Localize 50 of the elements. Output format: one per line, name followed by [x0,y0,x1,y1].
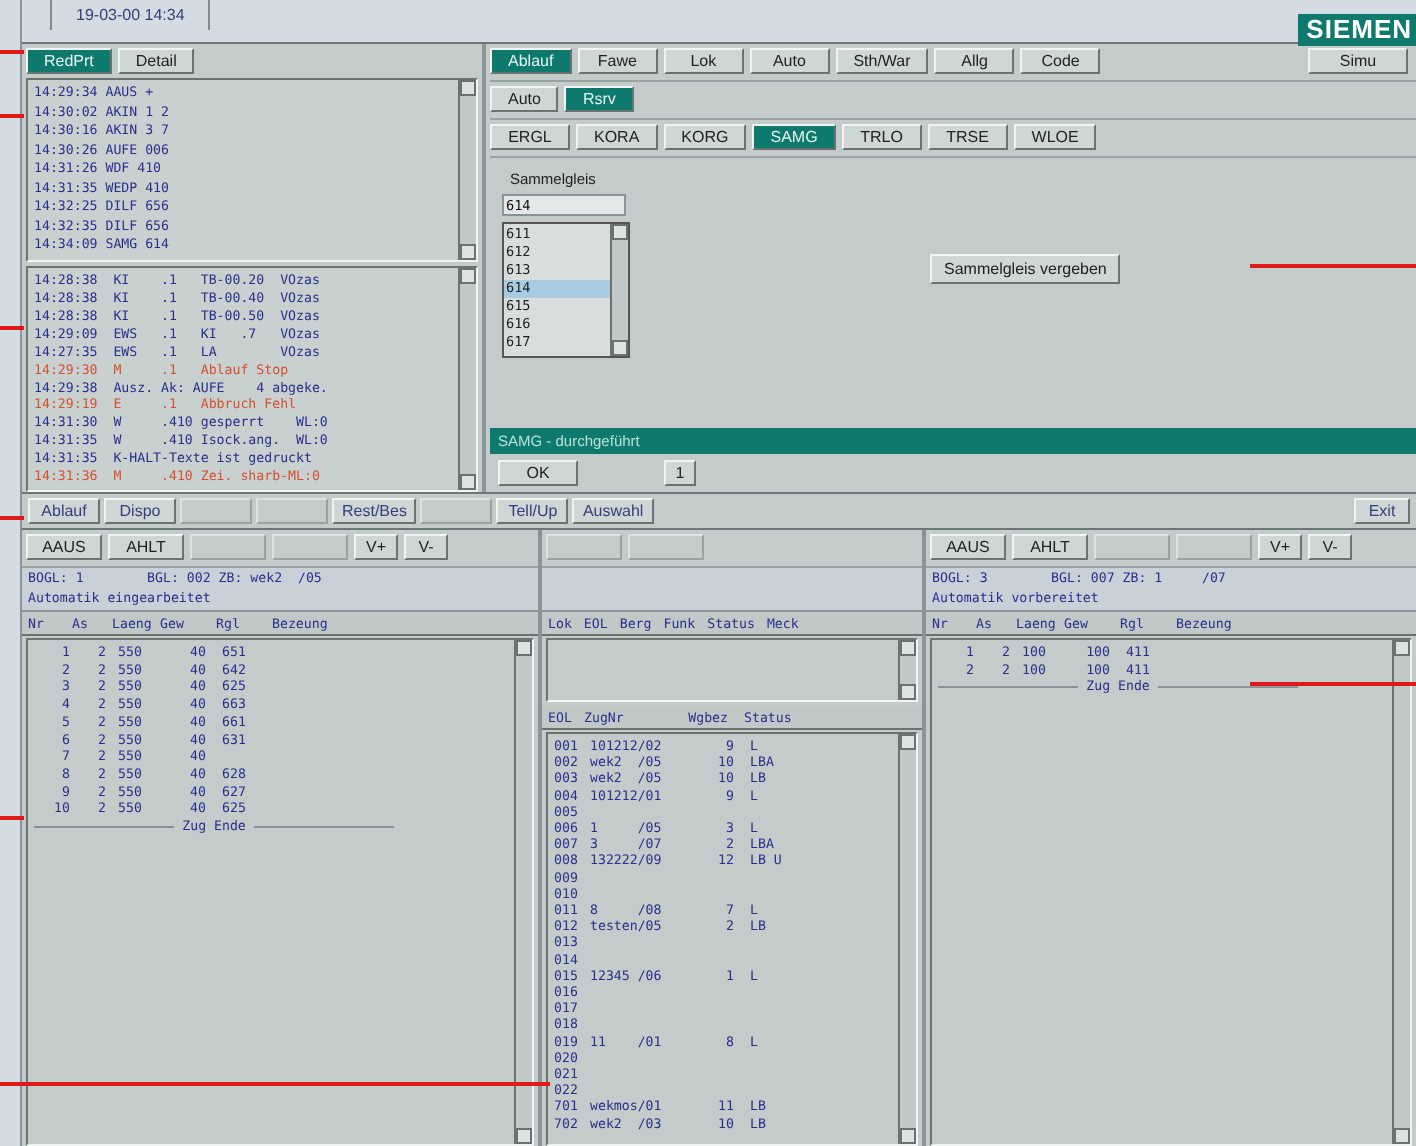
train-button[interactable]: AHLT [1012,534,1088,560]
dialog-button[interactable]: OK [498,460,578,486]
view-button[interactable]: Detail [117,48,195,74]
toolbar-button[interactable]: Ablauf [28,498,100,524]
function-tab[interactable]: WLOE [1013,124,1097,150]
scrollbar[interactable] [514,640,532,1144]
function-tab[interactable]: KORG [663,124,747,150]
toolbar-button[interactable]: Tell/Up [496,498,569,524]
leader-line [0,114,24,118]
function-tab[interactable]: SAMG [752,124,836,150]
leader-line [0,50,24,54]
mode-tab[interactable]: Rsrv [564,86,634,112]
menu-tab[interactable]: Sth/War [835,48,929,74]
scrollbar[interactable] [458,268,476,490]
toolbar-button[interactable]: Auswahl [572,498,654,524]
assign-button[interactable]: Sammelgleis vergeben [930,254,1121,284]
menu-tab[interactable]: Fawe [577,48,658,74]
train-button[interactable]: AAUS [26,534,102,560]
menu-tab[interactable]: Ablauf [490,48,572,74]
toolbar-button[interactable]: Rest/Bes [332,498,417,524]
train-button[interactable]: V+ [1258,534,1302,560]
leader-line [0,326,24,330]
function-tab[interactable]: ERGL [490,124,570,150]
train-button[interactable]: V- [1308,534,1352,560]
date-time: 19-03-00 14:34 [50,0,211,30]
scrollbar[interactable] [1392,640,1410,1144]
scrollbar[interactable] [610,224,628,356]
simu-button[interactable]: Simu [1308,48,1408,74]
menu-tab[interactable]: Auto [749,48,830,74]
menu-tab[interactable]: Allg [934,48,1015,74]
train-button[interactable]: V+ [354,534,398,560]
train-button[interactable]: V- [404,534,448,560]
toolbar-button[interactable]: Dispo [104,498,176,524]
train-button[interactable]: AHLT [108,534,184,560]
menu-tab[interactable]: Lok [663,48,744,74]
menu-tab[interactable]: Code [1020,48,1101,74]
function-tab[interactable]: TRSE [927,124,1008,150]
leader-line [0,816,24,820]
train-button[interactable]: AAUS [930,534,1006,560]
function-tab[interactable]: KORA [576,124,658,150]
scrollbar[interactable] [898,734,916,1144]
logo: SIEMEN [1298,14,1416,46]
exit-button[interactable]: Exit [1354,498,1410,524]
view-button[interactable]: RedPrt [26,48,112,74]
dialog-button[interactable]: 1 [664,460,696,486]
function-tab[interactable]: TRLO [841,124,922,150]
leader-line [0,516,24,520]
mode-tab[interactable]: Auto [490,86,559,112]
scrollbar[interactable] [458,80,476,261]
scrollbar[interactable] [898,640,916,700]
